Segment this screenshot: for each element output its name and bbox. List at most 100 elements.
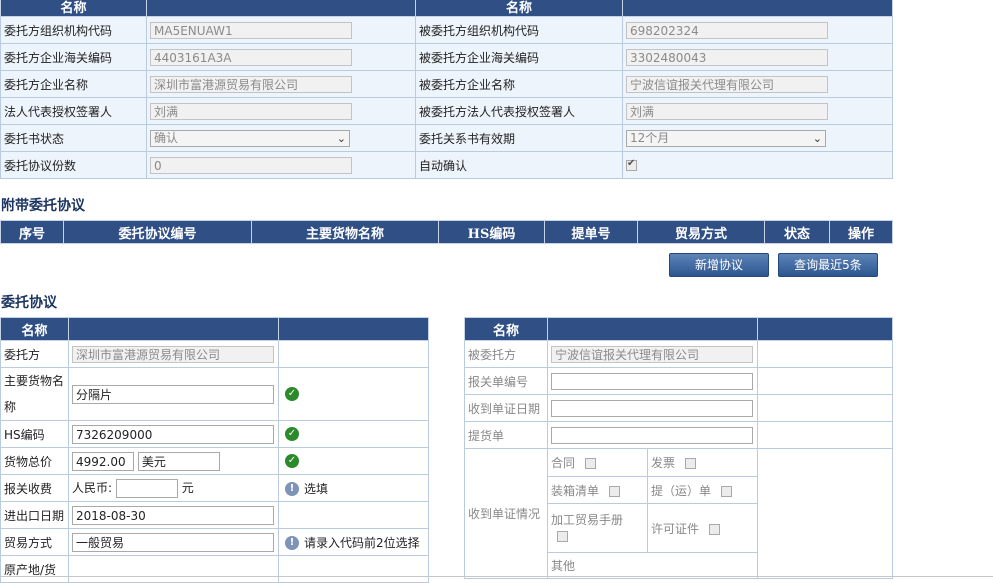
doc-contract-cell: 合同 <box>547 448 648 477</box>
agent-header-blank-1 <box>547 317 758 341</box>
col-seq: 序号 <box>0 220 64 244</box>
check-ok-icon: ✓ <box>285 454 299 469</box>
client-name-label: 委托方企业名称 <box>0 70 147 98</box>
doc-invoice-checkbox[interactable] <box>684 458 696 469</box>
goods-input[interactable]: 分隔片 <box>72 384 274 404</box>
col-goods-name: 主要货物名称 <box>251 220 439 244</box>
auto-confirm-checkbox[interactable] <box>626 158 637 171</box>
trade-hint: 请录入代码前2位选择 <box>304 535 420 550</box>
col-status: 状态 <box>764 220 830 244</box>
col-hs-code: HS编码 <box>438 220 545 244</box>
bill-label: 提货单 <box>464 421 548 449</box>
validity-select-value: 12个月 <box>630 130 670 145</box>
add-agreement-button[interactable]: 新增协议 <box>669 253 769 277</box>
client-name-input[interactable]: 深圳市富港源贸易有限公司 <box>150 75 352 93</box>
header-blank-1 <box>146 0 416 17</box>
col-agreement-no: 委托协议编号 <box>63 220 252 244</box>
total-label: 货物总价 <box>0 447 69 475</box>
agent-org-code-label: 被委托方组织机构代码 <box>415 16 623 44</box>
decl-no-input[interactable] <box>551 372 753 390</box>
header-blank-2 <box>622 0 893 17</box>
copies-label: 委托协议份数 <box>0 151 147 179</box>
agent-input[interactable]: 宁波信谊报关代理有限公司 <box>551 345 753 363</box>
client-signer-label: 法人代表授权签署人 <box>0 97 147 125</box>
trade-label: 贸易方式 <box>0 528 69 556</box>
attached-section-title: 附带委托协议 <box>1 198 85 214</box>
col-trade-mode: 贸易方式 <box>637 220 765 244</box>
doc-bol-label: 提（运）单 <box>651 483 712 498</box>
agent-org-code-input[interactable]: 698202324 <box>626 21 828 39</box>
agent-customs-code-input[interactable]: 3302480043 <box>626 48 828 66</box>
doc-invoice-label: 发票 <box>651 456 676 470</box>
goods-label: 主要货物名称 <box>0 367 69 421</box>
hs-input[interactable]: 7326209000 <box>72 424 274 444</box>
check-ok-icon: ✓ <box>285 427 299 442</box>
doc-license-cell: 许可证件 <box>647 503 758 553</box>
chevron-down-icon: ⌄ <box>336 131 346 145</box>
header-name-1: 名称 <box>0 0 147 17</box>
doc-other-label: 其他 <box>547 552 758 579</box>
doc-contract-checkbox[interactable] <box>584 458 596 469</box>
col-bill-no: 提单号 <box>544 220 638 244</box>
client-org-code-input[interactable]: MA5ENUAW1 <box>150 21 352 39</box>
scroll-boundary <box>0 576 993 577</box>
auto-confirm-label: 自动确认 <box>415 151 623 179</box>
doc-manual-label: 加工贸易手册 <box>551 513 624 527</box>
agent-signer-input[interactable]: 刘满 <box>626 102 828 120</box>
agreement-table: 名称 委托方 深圳市富港源贸易有限公司 主要货物名称 分隔片 ✓ HS编码 73… <box>0 317 429 583</box>
trade-input[interactable]: 一般贸易 <box>72 532 274 552</box>
doc-license-label: 许可证件 <box>651 521 700 536</box>
fee-input[interactable] <box>115 478 178 498</box>
fee-unit: 元 <box>181 480 194 495</box>
agent-label: 被委托方 <box>464 340 548 368</box>
agent-name-label: 被委托方企业名称 <box>415 70 623 98</box>
attached-table: 序号 委托协议编号 主要货物名称 HS编码 提单号 贸易方式 状态 操作 <box>0 220 893 244</box>
doc-invoice-cell: 发票 <box>647 448 758 477</box>
doc-contract-label: 合同 <box>551 456 576 470</box>
doc-packing-checkbox[interactable] <box>608 485 620 497</box>
header-name-2: 名称 <box>415 0 623 17</box>
fee-hint: 选填 <box>304 481 329 496</box>
chevron-down-icon: ⌄ <box>812 131 822 145</box>
agreement-header-name: 名称 <box>0 317 69 341</box>
client-label: 委托方 <box>0 340 69 368</box>
status-select[interactable]: 确认 ⌄ <box>150 129 350 147</box>
agreement-header-blank-2 <box>278 317 429 341</box>
client-org-code-label: 委托方组织机构代码 <box>0 16 147 44</box>
fee-label: 报关收费 <box>0 474 69 502</box>
query-recent-button[interactable]: 查询最近5条 <box>778 253 878 277</box>
date-label: 进出口日期 <box>0 501 69 529</box>
origin-label: 原产地/货 <box>0 555 69 583</box>
hs-label: HS编码 <box>0 420 69 448</box>
docs-status-label: 收到单证情况 <box>464 448 548 579</box>
doc-license-checkbox[interactable] <box>708 523 720 535</box>
agent-header-blank-2 <box>757 317 893 341</box>
agent-name-input[interactable]: 宁波信谊报关代理有限公司 <box>626 75 828 93</box>
client-customs-code-input[interactable]: 4403161A3A <box>150 48 352 66</box>
doc-bol-cell: 提（运）单 <box>647 476 758 504</box>
bill-input[interactable] <box>551 426 753 444</box>
date-input[interactable]: 2018-08-30 <box>72 505 274 525</box>
validity-select[interactable]: 12个月 ⌄ <box>626 129 826 147</box>
agent-table: 名称 被委托方 宁波信谊报关代理有限公司 报关单编号 收到单证日期 提货单 收到… <box>464 317 893 579</box>
status-select-value: 确认 <box>154 130 179 145</box>
client-input[interactable]: 深圳市富港源贸易有限公司 <box>72 345 274 363</box>
check-ok-icon: ✓ <box>285 387 299 402</box>
receipt-date-label: 收到单证日期 <box>464 394 548 422</box>
doc-bol-checkbox[interactable] <box>720 485 732 497</box>
agent-signer-label: 被委托方法人代表授权签署人 <box>415 97 623 125</box>
validity-label: 委托关系书有效期 <box>415 124 623 152</box>
currency-input[interactable]: 美元 <box>137 451 220 471</box>
basic-info-table: 名称 名称 委托方组织机构代码 MA5ENUAW1 被委托方组织机构代码 698… <box>0 0 893 179</box>
info-icon: ! <box>285 536 299 550</box>
receipt-date-input[interactable] <box>551 399 753 417</box>
total-input[interactable]: 4992.00 <box>72 451 134 471</box>
client-signer-input[interactable]: 刘满 <box>150 102 352 120</box>
status-label: 委托书状态 <box>0 124 147 152</box>
copies-input[interactable]: 0 <box>150 156 352 174</box>
agent-header-name: 名称 <box>464 317 548 341</box>
client-customs-code-label: 委托方企业海关编码 <box>0 43 147 71</box>
doc-manual-checkbox[interactable] <box>557 531 568 542</box>
decl-no-label: 报关单编号 <box>464 367 548 395</box>
agent-customs-code-label: 被委托方企业海关编码 <box>415 43 623 71</box>
